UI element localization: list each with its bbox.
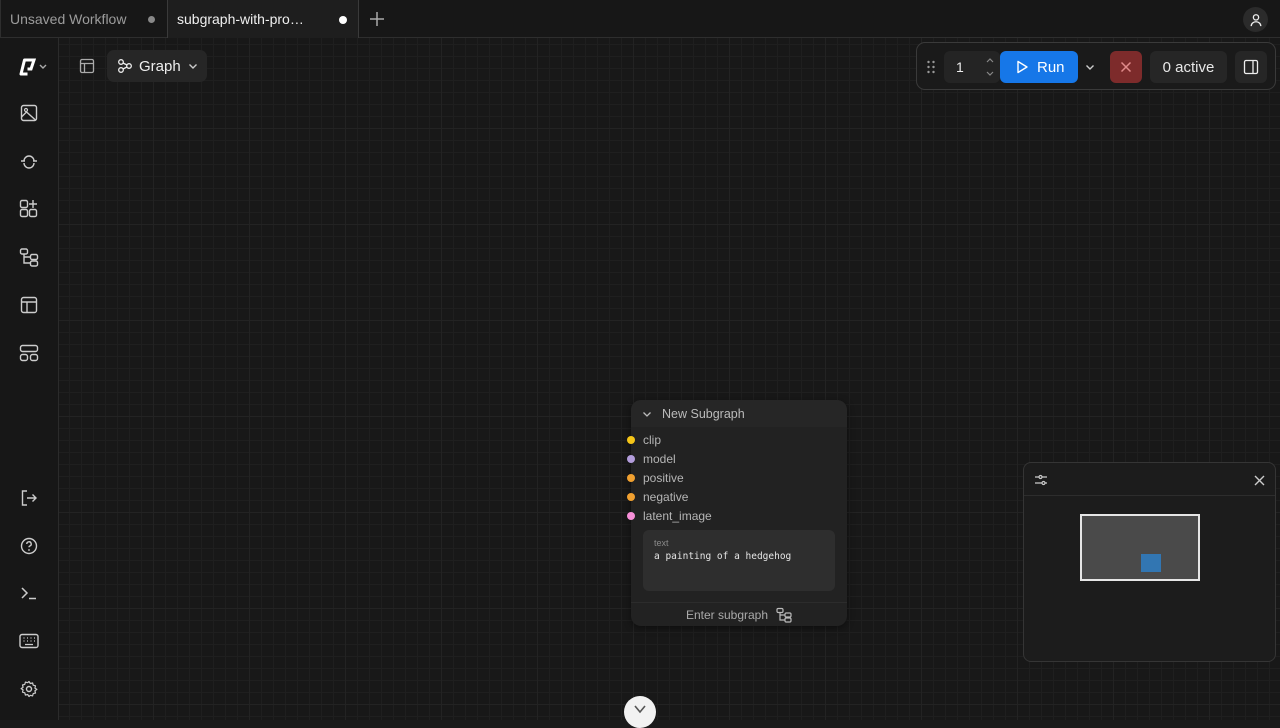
tab-label: Unsaved Workflow xyxy=(10,11,127,27)
terminal-icon xyxy=(21,587,36,600)
sidebar-item-settings[interactable] xyxy=(14,674,44,704)
workflow-icon xyxy=(19,248,39,267)
new-tab-button[interactable] xyxy=(366,8,388,30)
batch-count-value: 1 xyxy=(956,59,964,75)
comfy-logo-icon xyxy=(19,58,47,76)
chevron-down-icon xyxy=(188,64,197,69)
slot-connector-icon[interactable] xyxy=(627,492,635,501)
grip-icon xyxy=(927,60,935,74)
slot-connector-icon[interactable] xyxy=(627,435,635,444)
chevron-up-icon xyxy=(986,58,994,63)
chevron-down-icon xyxy=(634,705,646,714)
logout-icon xyxy=(21,490,37,506)
minimap[interactable] xyxy=(1023,462,1276,662)
gear-icon xyxy=(20,680,38,698)
subgraph-icon xyxy=(776,607,792,623)
sidebar-item-console[interactable] xyxy=(14,578,44,608)
slot-label: latent_image xyxy=(643,508,712,523)
image-icon xyxy=(20,104,38,122)
sidebar-item-help[interactable] xyxy=(14,531,44,561)
sidebar-item-logout[interactable] xyxy=(14,483,44,513)
unsaved-dot-icon[interactable] xyxy=(339,16,347,24)
interrupt-button[interactable] xyxy=(1110,51,1142,83)
slot-label: clip xyxy=(643,432,662,447)
minimap-viewport[interactable] xyxy=(1080,514,1200,581)
increment-button[interactable] xyxy=(984,54,996,66)
sidebar-item-assets[interactable] xyxy=(14,98,44,128)
view-mode-label: Graph xyxy=(139,57,181,75)
sidebar-item-model-library[interactable] xyxy=(14,338,44,368)
sidebar-item-keybindings[interactable] xyxy=(14,626,44,656)
template-icon xyxy=(20,296,38,314)
help-icon xyxy=(20,537,38,555)
user-icon xyxy=(1250,13,1261,26)
collapse-chevron-icon[interactable] xyxy=(641,408,653,420)
chevron-down-icon xyxy=(1086,65,1094,70)
bottom-panel-toggle[interactable] xyxy=(624,696,656,728)
queue-status-button[interactable]: 0 active xyxy=(1150,51,1227,83)
view-mode-dropdown[interactable]: Graph xyxy=(107,50,207,82)
run-label: Run xyxy=(1037,58,1065,76)
model-library-icon xyxy=(19,344,39,362)
text-widget-value[interactable]: a painting of a hedgehog xyxy=(654,551,791,562)
close-icon xyxy=(1254,475,1264,485)
enter-subgraph-label: Enter subgraph xyxy=(685,607,769,622)
slot-connector-icon[interactable] xyxy=(627,473,635,482)
comfy-logo-menu[interactable] xyxy=(16,52,50,82)
sidebar-item-templates[interactable] xyxy=(14,290,44,320)
plus-icon xyxy=(370,12,384,26)
slot-connector-icon[interactable] xyxy=(627,454,635,463)
queue-icon xyxy=(21,155,37,169)
queue-status-label: 0 active xyxy=(1162,58,1215,76)
tab-label: subgraph-with-pro… xyxy=(177,11,304,27)
subgraph-node[interactable]: New Subgraph clip model positive negativ… xyxy=(627,400,847,626)
node-header[interactable]: New Subgraph xyxy=(631,400,847,427)
graph-icon xyxy=(118,59,132,73)
run-options-dropdown[interactable] xyxy=(1078,51,1102,83)
sidebar-item-queue[interactable] xyxy=(14,146,44,176)
node-title: New Subgraph xyxy=(662,406,745,421)
sidebar xyxy=(0,38,59,720)
text-widget[interactable]: text a painting of a hedgehog xyxy=(643,530,835,591)
minimap-node xyxy=(1141,554,1161,572)
slot-connector-icon[interactable] xyxy=(627,511,635,520)
minimap-close-button[interactable] xyxy=(1250,471,1268,489)
chevron-down-icon xyxy=(986,71,994,76)
toggle-panel-button[interactable] xyxy=(76,54,98,78)
minimap-header xyxy=(1024,463,1275,496)
node-library-icon xyxy=(19,199,38,218)
run-toolbar: 1 Run 0 active xyxy=(916,42,1276,90)
toggle-right-panel-button[interactable] xyxy=(1235,51,1267,83)
text-widget-label: text xyxy=(654,538,669,548)
tab-bar: Unsaved Workflow subgraph-with-pro… xyxy=(0,0,1280,39)
slot-label: model xyxy=(643,451,676,466)
slot-label: positive xyxy=(643,470,684,485)
user-menu-button[interactable] xyxy=(1243,7,1268,32)
sidebar-right-icon xyxy=(1243,59,1259,75)
batch-count-input[interactable]: 1 xyxy=(944,51,1000,83)
sidebar-item-workflows[interactable] xyxy=(14,242,44,272)
tab-unsaved-workflow[interactable]: Unsaved Workflow xyxy=(0,0,167,38)
unsaved-dot-icon xyxy=(148,16,155,23)
sidebar-item-node-library[interactable] xyxy=(14,194,44,224)
tab-subgraph-with-promoted[interactable]: subgraph-with-pro… xyxy=(167,0,359,39)
drag-handle[interactable] xyxy=(924,57,938,77)
keyboard-icon xyxy=(19,633,39,649)
minimap-settings-button[interactable] xyxy=(1032,471,1050,489)
decrement-button[interactable] xyxy=(984,68,996,80)
play-icon xyxy=(1017,60,1028,74)
panel-layout-icon xyxy=(79,58,95,74)
run-button[interactable]: Run xyxy=(1000,51,1078,83)
sliders-icon xyxy=(1035,474,1047,486)
enter-subgraph-button[interactable]: Enter subgraph xyxy=(631,602,847,626)
slot-label: negative xyxy=(643,489,689,504)
close-icon xyxy=(1120,61,1132,73)
